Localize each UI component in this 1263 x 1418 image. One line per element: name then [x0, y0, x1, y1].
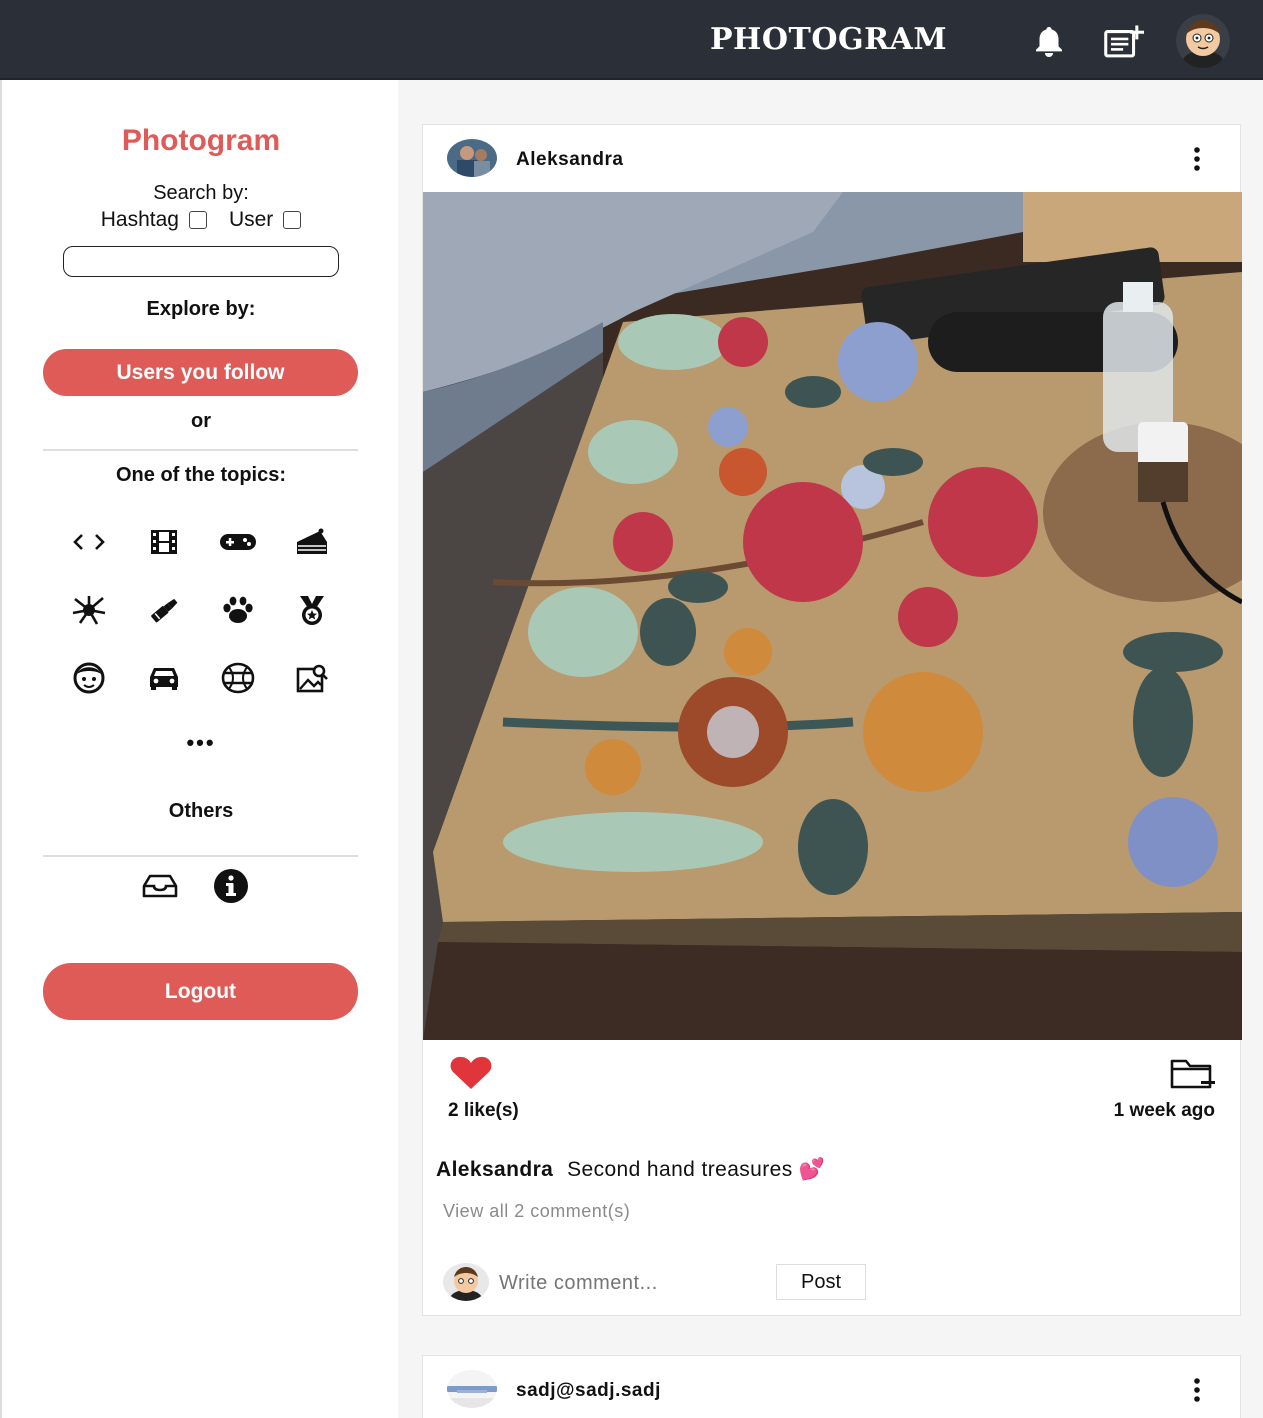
gamepad-icon[interactable] — [216, 520, 260, 564]
save-to-folder-button[interactable] — [1169, 1055, 1217, 1091]
topics-label: One of the topics: — [116, 464, 286, 486]
medal-icon[interactable] — [290, 588, 334, 632]
info-icon[interactable] — [209, 864, 253, 908]
code-icon[interactable] — [67, 520, 111, 564]
bell-icon[interactable] — [1029, 22, 1069, 62]
more-topics-button[interactable]: ••• — [2, 730, 400, 756]
divider — [43, 449, 358, 451]
more-options-icon[interactable] — [1185, 1376, 1209, 1404]
post-caption: Aleksandra Second hand treasures 💕 — [436, 1158, 825, 1182]
new-post-icon[interactable] — [1104, 22, 1144, 62]
explore-by-label: Explore by: — [146, 298, 256, 320]
top-navbar: PHOTOGRAM — [0, 0, 1263, 80]
face-icon[interactable] — [67, 656, 111, 700]
cake-icon[interactable] — [290, 520, 334, 564]
sidebar: Photogram Search by: Hashtag User Explor… — [0, 80, 398, 1418]
post-author-avatar[interactable] — [447, 1370, 497, 1408]
post-author-name[interactable]: Aleksandra — [516, 149, 623, 171]
post-header: sadj@sadj.sadj — [423, 1356, 1242, 1418]
search-input[interactable] — [63, 246, 339, 277]
comment-input[interactable] — [499, 1267, 769, 1299]
post-author-avatar[interactable] — [447, 139, 497, 177]
inbox-icon[interactable] — [138, 864, 182, 908]
film-icon[interactable] — [142, 520, 186, 564]
post-time: 1 week ago — [1113, 1100, 1215, 1121]
post-header: Aleksandra — [423, 125, 1242, 191]
hashtag-label: Hashtag — [100, 208, 179, 231]
view-comments-link[interactable]: View all 2 comment(s) — [443, 1201, 630, 1222]
likes-count: 2 like(s) — [448, 1100, 519, 1121]
sidebar-title: Photogram — [121, 124, 281, 157]
post-author-name[interactable]: sadj@sadj.sadj — [516, 1380, 661, 1402]
search-by-label: Search by: — [153, 182, 249, 204]
profile-avatar[interactable] — [1176, 14, 1230, 68]
caption-author[interactable]: Aleksandra — [436, 1158, 553, 1181]
caption-text: Second hand treasures 💕 — [567, 1158, 826, 1181]
users-you-follow-button[interactable]: Users you follow — [43, 349, 358, 396]
like-button[interactable] — [449, 1055, 493, 1091]
post-card: sadj@sadj.sadj — [422, 1355, 1241, 1418]
commenter-avatar — [443, 1263, 489, 1301]
others-label: Others — [168, 800, 234, 822]
post-card: Aleksandra 2 like(s) 1 week ago Aleksand… — [422, 124, 1242, 1316]
image-search-icon[interactable] — [290, 656, 334, 700]
or-label: or — [191, 410, 211, 432]
user-label: User — [228, 208, 274, 231]
logout-button[interactable]: Logout — [43, 963, 358, 1020]
lipstick-icon[interactable] — [142, 588, 186, 632]
folder-minus-icon — [1170, 1059, 1215, 1089]
splash-icon[interactable] — [67, 588, 111, 632]
brand-logo[interactable]: PHOTOGRAM — [710, 22, 947, 57]
globe-icon[interactable] — [216, 656, 260, 700]
user-checkbox[interactable] — [283, 211, 302, 229]
post-comment-button[interactable]: Post — [776, 1264, 866, 1300]
search-filter-row: Hashtag User — [2, 208, 400, 232]
hashtag-checkbox[interactable] — [188, 211, 207, 229]
car-icon[interactable] — [142, 656, 186, 700]
post-image[interactable] — [423, 192, 1242, 1040]
heart-icon — [450, 1056, 492, 1089]
divider — [43, 855, 358, 857]
more-options-icon[interactable] — [1185, 145, 1209, 173]
paw-icon[interactable] — [216, 588, 260, 632]
